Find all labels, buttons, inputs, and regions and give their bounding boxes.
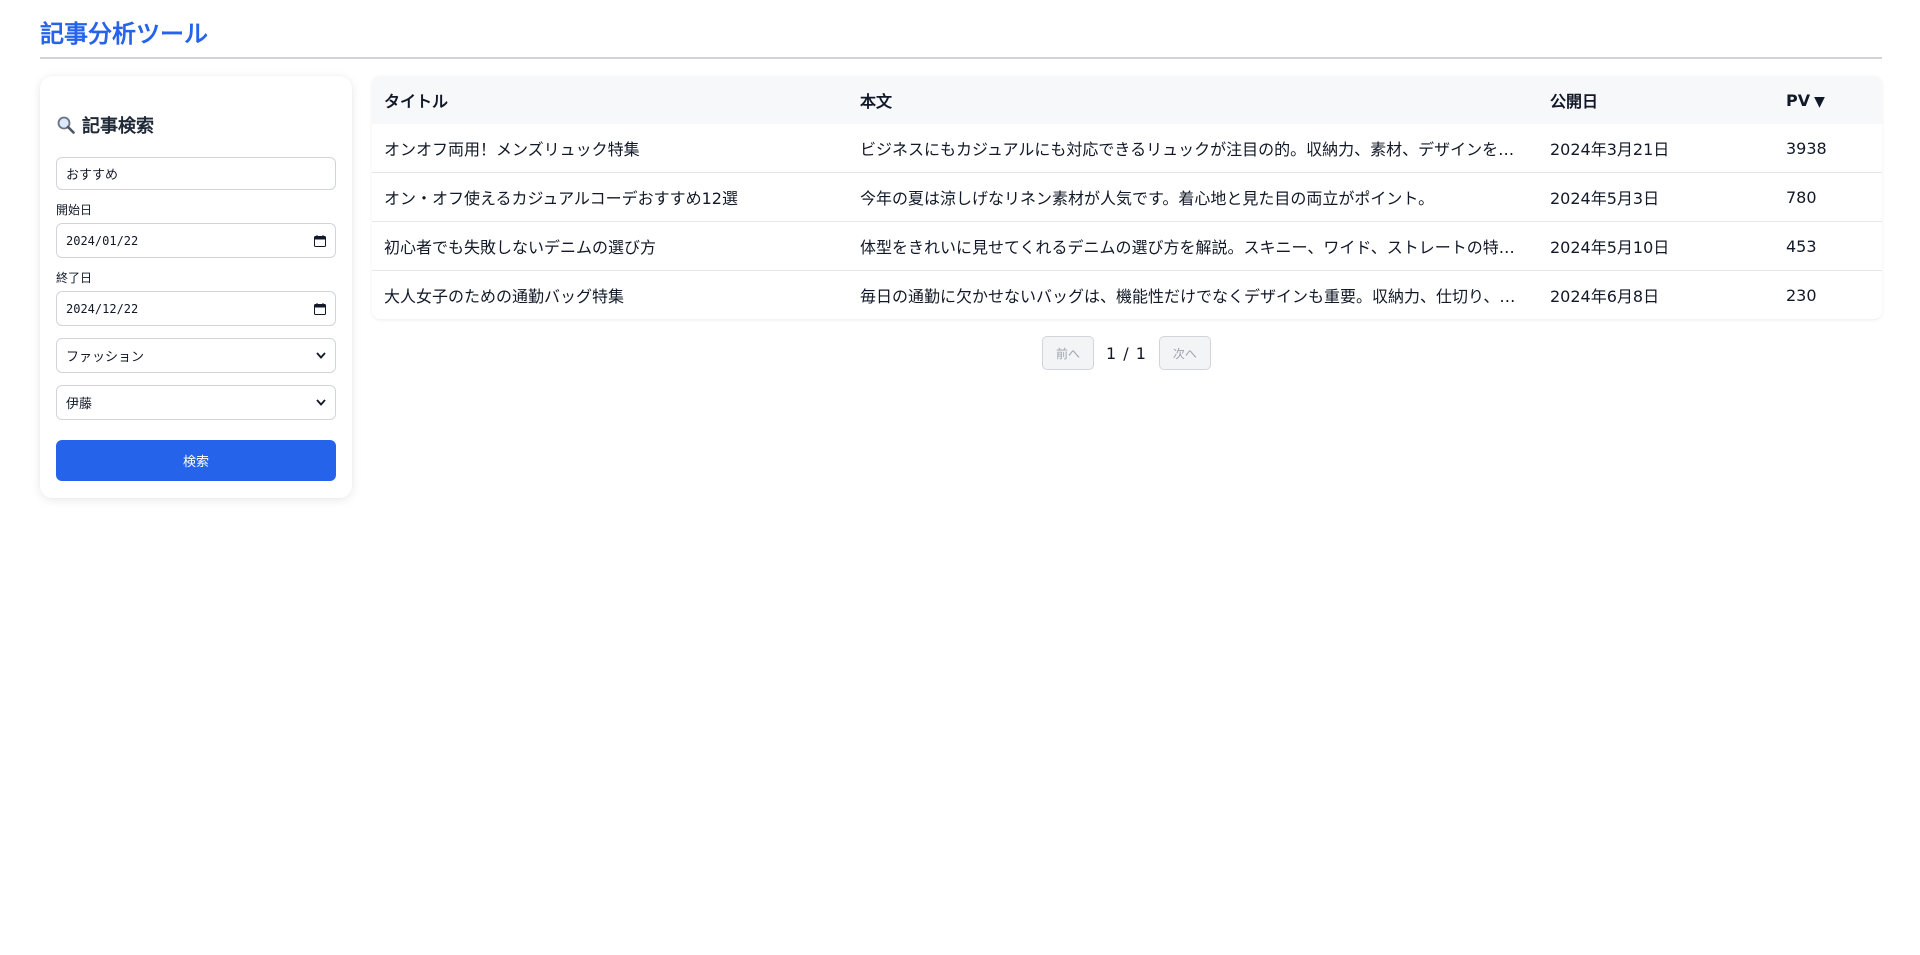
cell-title: 初心者でも失敗しないデニムの選び方 [372, 221, 848, 271]
category-select-value: ファッション [66, 350, 145, 365]
prev-page-button[interactable]: 前へ [1042, 336, 1094, 370]
search-panel-heading: 記事検索 [56, 112, 336, 138]
start-date-label: 開始日 [56, 203, 93, 217]
cell-title: オン・オフ使えるカジュアルコーデおすすめ12選 [372, 172, 848, 222]
pagination: 前へ 1 / 1 次へ [1042, 336, 1211, 370]
cell-body: 今年の夏は涼しげなリネン素材が人気です。着心地と見た目の両立がポイント。 [848, 172, 1538, 222]
chevron-down-icon [316, 352, 326, 359]
column-header-date[interactable]: 公開日 [1538, 76, 1774, 124]
cell-date: 2024年6月8日 [1538, 270, 1774, 319]
author-select[interactable]: 伊藤 [56, 385, 336, 420]
start-date-value: 2024/01/22 [66, 233, 139, 248]
end-date-input[interactable]: 2024/12/22 [56, 291, 336, 326]
start-date-input[interactable]: 2024/01/22 [56, 223, 336, 258]
search-panel-title: 記事検索 [82, 116, 154, 137]
table-row[interactable]: 大人女子のための通勤バッグ特集 毎日の通勤に欠かせないバッグは、機能性だけでなく… [372, 270, 1882, 319]
column-header-title[interactable]: タイトル [372, 76, 848, 124]
category-select[interactable]: ファッション [56, 338, 336, 373]
cell-pv: 453 [1774, 221, 1882, 271]
pv-header-label: PV [1786, 90, 1811, 110]
articles-table: タイトル 本文 公開日 PV ▼ オンオフ両用！メンズリュック特集 ビジネスにもカ… [372, 76, 1882, 319]
next-page-button[interactable]: 次へ [1158, 336, 1211, 370]
author-select-value: 伊藤 [66, 397, 93, 412]
cell-title: オンオフ両用！メンズリュック特集 [384, 140, 640, 159]
cell-pv: 230 [1774, 270, 1882, 319]
page-indicator: 1 / 1 [1106, 343, 1147, 363]
app-title: 記事分析ツール [40, 20, 208, 48]
app-root: 記事分析ツール 記事検索 開始日 2024/01/22 [0, 0, 1920, 955]
table-row[interactable]: オン・オフ使えるカジュアルコーデおすすめ12選 今年の夏は涼しげなリネン素材が人… [372, 172, 1882, 222]
sort-desc-icon: ▼ [1814, 93, 1825, 110]
cell-body: 毎日の通勤に欠かせないバッグは、機能性だけでなくデザインも重要。収納力、仕切り、… [848, 270, 1538, 319]
search-panel: 記事検索 開始日 2024/01/22 終了日 2024/12/22 [40, 76, 352, 498]
cell-date: 2024年3月21日 [1550, 140, 1670, 159]
column-header-body[interactable]: 本文 [848, 76, 1538, 124]
end-date-label: 終了日 [56, 271, 93, 285]
cell-date: 2024年5月10日 [1538, 221, 1774, 271]
chevron-down-icon [316, 399, 326, 406]
keyword-input[interactable] [56, 157, 336, 190]
table-row[interactable]: オンオフ両用！メンズリュック特集 ビジネスにもカジュアルにも対応できるリュックが… [372, 124, 1882, 173]
cell-body: 体型をきれいに見せてくれるデニムの選び方を解説。スキニー、ワイド、ストレートの特… [848, 221, 1538, 271]
cell-pv: 780 [1774, 172, 1882, 222]
end-date-value: 2024/12/22 [66, 301, 139, 316]
search-button[interactable]: 検索 [56, 440, 336, 481]
title-divider [40, 57, 1882, 59]
calendar-icon[interactable] [314, 302, 326, 315]
table-row[interactable]: 初心者でも失敗しないデニムの選び方 体型をきれいに見せてくれるデニムの選び方を解… [372, 221, 1882, 271]
table-header-row: タイトル 本文 公開日 PV ▼ [372, 76, 1882, 124]
calendar-icon[interactable] [314, 234, 326, 247]
cell-date: 2024年5月3日 [1538, 172, 1774, 222]
cell-title: 大人女子のための通勤バッグ特集 [372, 270, 848, 319]
cell-body: ビジネスにもカジュアルにも対応できるリュックが注目の的。収納力、素材、デザインを… [860, 140, 1515, 159]
cell-pv: 3938 [1786, 138, 1827, 158]
magnifier-icon [56, 115, 76, 135]
column-header-pv[interactable]: PV ▼ [1774, 76, 1882, 124]
